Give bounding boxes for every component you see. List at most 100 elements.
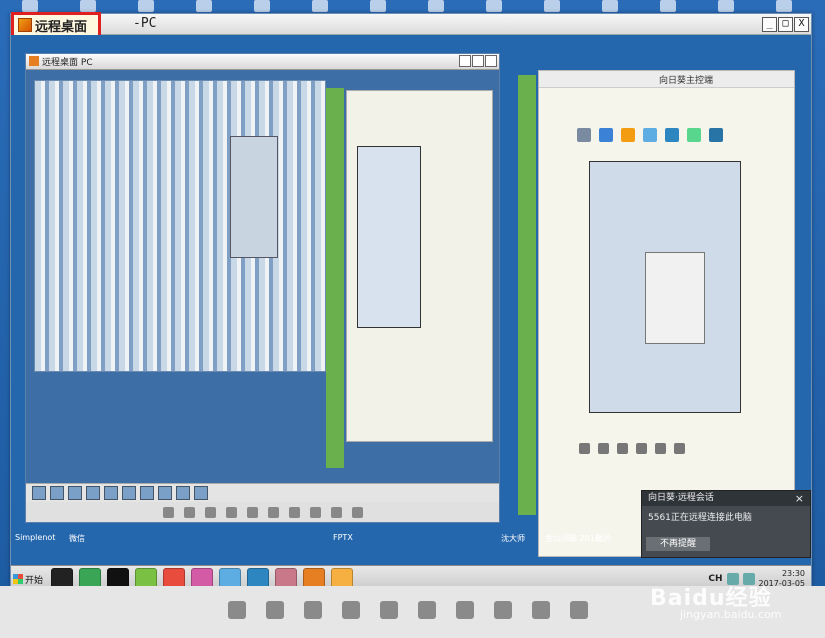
add-icon[interactable] <box>687 128 701 142</box>
scissors-icon[interactable] <box>674 443 685 454</box>
nested-taskbar <box>26 483 499 502</box>
desktop-icon[interactable] <box>22 0 38 12</box>
store-icon[interactable] <box>303 568 325 586</box>
clock-time: 23:30 <box>781 569 805 578</box>
folder-icon[interactable] <box>643 128 657 142</box>
desktop-icon[interactable] <box>544 0 560 12</box>
notification-close-button[interactable]: × <box>795 491 804 506</box>
hand-icon[interactable] <box>309 506 321 518</box>
start-button[interactable]: 开始 <box>13 570 45 586</box>
taskbar-apps <box>51 568 353 586</box>
camera-icon[interactable] <box>599 128 613 142</box>
terminal-icon[interactable] <box>51 568 73 586</box>
recursive-screen-mosaic <box>34 80 326 372</box>
office-icon[interactable] <box>331 568 353 586</box>
desktop-icon[interactable] <box>776 0 792 12</box>
desktop-icon[interactable] <box>196 0 212 12</box>
desktop-icon[interactable] <box>254 0 270 12</box>
speaker-icon[interactable] <box>570 601 588 619</box>
desktop-icon[interactable] <box>138 0 154 12</box>
desktop-icon[interactable] <box>486 0 502 12</box>
keyboard-icon[interactable] <box>246 506 258 518</box>
desktop-icon[interactable] <box>428 0 444 12</box>
maximize-button[interactable]: □ <box>778 17 793 32</box>
chat-icon[interactable] <box>266 601 284 619</box>
screen-icon[interactable] <box>204 506 216 518</box>
move-icon[interactable] <box>456 601 474 619</box>
emoji-icon[interactable] <box>598 443 609 454</box>
minimize-button[interactable]: _ <box>762 17 777 32</box>
desktop-label[interactable]: 金山词霸 2016 <box>545 533 600 544</box>
desktop-label[interactable]: 沈大师 <box>501 533 525 544</box>
notification-message: 5561正在远程连接此电脑 <box>648 513 752 523</box>
taskbar-app-icon[interactable] <box>176 486 190 500</box>
mouse-icon[interactable] <box>342 601 360 619</box>
remote-viewport[interactable]: 远程桌面 PC 向日葵主控端 向日葵·远程会话 × 5561正在远程连接此电脑 … <box>11 35 811 586</box>
desktop-icon[interactable] <box>660 0 676 12</box>
desktop-label[interactable]: 微信 <box>69 533 85 544</box>
nudge-icon[interactable] <box>617 443 628 454</box>
assist-titlebar[interactable]: 向日葵主控端 <box>539 71 794 88</box>
wechat-icon[interactable] <box>135 568 157 586</box>
desktop-label[interactable]: FPTX <box>333 533 353 542</box>
desktop-label[interactable]: 图片 <box>596 533 612 544</box>
fullscreen-icon[interactable] <box>532 601 550 619</box>
taskbar-app-icon[interactable] <box>122 486 136 500</box>
sound-icon[interactable] <box>418 601 436 619</box>
speaker-icon[interactable] <box>351 506 363 518</box>
assist-toolbar <box>577 126 757 144</box>
screen-icon[interactable] <box>665 128 679 142</box>
chrome-icon[interactable] <box>163 568 185 586</box>
desktop-icon[interactable] <box>80 0 96 12</box>
nested-remote-window[interactable]: 远程桌面 PC <box>25 53 500 523</box>
desktop-label[interactable]: Simplenot <box>15 533 55 542</box>
sunlogin-icon[interactable] <box>247 568 269 586</box>
browser-icon[interactable] <box>79 568 101 586</box>
move-icon[interactable] <box>288 506 300 518</box>
taskbar-app-icon[interactable] <box>194 486 208 500</box>
itunes-icon[interactable] <box>191 568 213 586</box>
desktop-icon[interactable] <box>370 0 386 12</box>
mic-icon[interactable] <box>577 128 591 142</box>
nested-remote-toolbar <box>26 502 499 522</box>
keyboard-icon[interactable] <box>380 601 398 619</box>
explorer-icon[interactable] <box>219 568 241 586</box>
taskbar-app-icon[interactable] <box>86 486 100 500</box>
fullscreen-icon[interactable] <box>330 506 342 518</box>
screen-icon[interactable] <box>304 601 322 619</box>
font-icon[interactable] <box>579 443 590 454</box>
app-icon[interactable] <box>275 568 297 586</box>
nested-title: 远程桌面 PC <box>42 58 93 68</box>
nested-viewport[interactable] <box>26 70 499 484</box>
assist-window[interactable]: 向日葵主控端 <box>538 70 795 557</box>
desktop-icon[interactable] <box>312 0 328 12</box>
qq-icon[interactable] <box>107 568 129 586</box>
taskbar-app-icon[interactable] <box>68 486 82 500</box>
mouse-icon[interactable] <box>225 506 237 518</box>
image-icon[interactable] <box>655 443 666 454</box>
minimize-button[interactable] <box>459 55 471 67</box>
hand-icon[interactable] <box>494 601 512 619</box>
desktop-icon[interactable] <box>602 0 618 12</box>
taskbar-app-icon[interactable] <box>32 486 46 500</box>
window-titlebar[interactable]: 远程桌面 -PC _ □ X <box>11 12 811 38</box>
remote-desktop-icon <box>18 18 32 32</box>
taskbar-app-icon[interactable] <box>140 486 154 500</box>
taskbar-app-icon[interactable] <box>158 486 172 500</box>
chat-icon[interactable] <box>183 506 195 518</box>
sound-icon[interactable] <box>267 506 279 518</box>
window-controls: _ □ X <box>762 17 809 32</box>
close-button[interactable]: X <box>794 17 809 32</box>
close-icon[interactable] <box>162 506 174 518</box>
close-icon[interactable] <box>228 601 246 619</box>
grid-icon[interactable] <box>709 128 723 142</box>
image-icon[interactable] <box>621 128 635 142</box>
nested-titlebar[interactable]: 远程桌面 PC <box>26 54 499 70</box>
taskbar-app-icon[interactable] <box>50 486 64 500</box>
remote-desktop-window[interactable]: 远程桌面 -PC _ □ X 远程桌面 PC 向日葵主控端 向日葵·远程会话 ×… <box>10 12 812 587</box>
maximize-button[interactable] <box>472 55 484 67</box>
voice-icon[interactable] <box>636 443 647 454</box>
close-button[interactable] <box>485 55 497 67</box>
taskbar-app-icon[interactable] <box>104 486 118 500</box>
desktop-icon[interactable] <box>718 0 734 12</box>
